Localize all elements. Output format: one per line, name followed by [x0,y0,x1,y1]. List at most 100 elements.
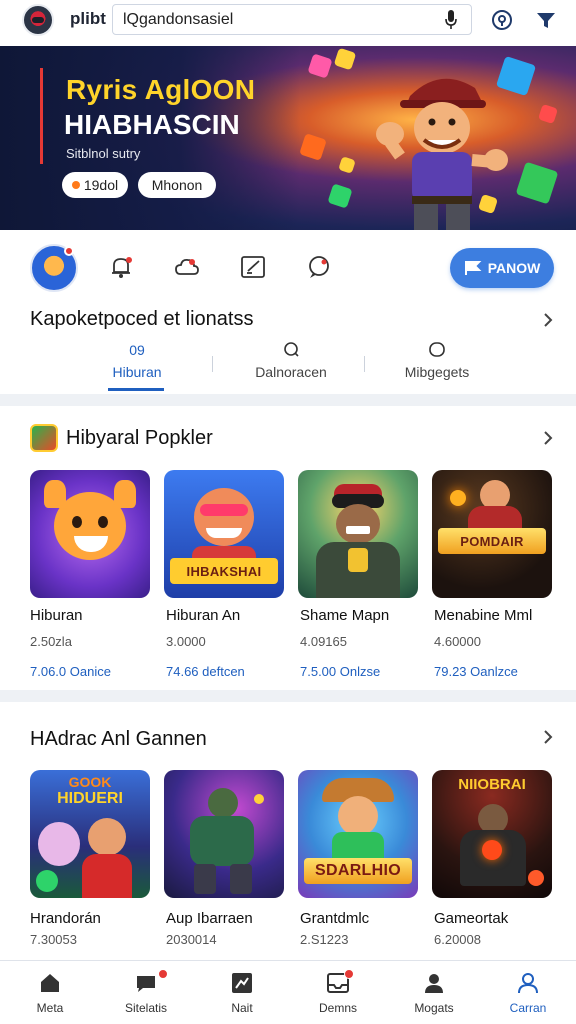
game-card-title[interactable]: Hiburan An [166,607,240,624]
mic-icon[interactable] [445,10,457,30]
stats-icon [232,973,252,993]
cloud-alert-icon[interactable] [174,254,200,280]
tab-hiburan[interactable]: 09 Hiburan [62,338,212,390]
banner-chip-fire-label: 19dol [83,177,119,193]
game-card-meta: 4.09165 [300,634,347,649]
chat-bubble-icon[interactable] [306,254,332,280]
play-now-button[interactable]: PANOW [450,248,554,288]
avatar-notification-dot [64,246,74,256]
game-card-price: 7.06.0 Oanice [30,664,111,679]
game-card-price: 79.23 Oanlzce [434,664,518,679]
game-card-art[interactable]: SDARLHIO [298,770,418,898]
game-card-art-label: SDARLHIO [304,858,412,884]
game-card-art[interactable]: GOOK HIDUERI [30,770,150,898]
game-card-art-label: NIIOBRAI [458,776,526,793]
promo-banner[interactable]: Ryris AglOON HIABHASCIN Sitblnol sutry 1… [0,46,576,230]
filter-icon[interactable] [534,8,558,32]
nav-label: Demns [318,1001,357,1015]
home-icon [41,974,59,992]
nav-label: Nait [231,1001,253,1015]
game-card-art[interactable]: NIIOBRAI [432,770,552,898]
chevron-right-icon[interactable] [540,729,556,745]
game-card-title[interactable]: Menabine Mml [434,607,532,624]
location-icon[interactable] [490,8,514,32]
nav-item-sitelatis[interactable]: Sitelatis [98,961,194,1024]
tab-dalnoracen[interactable]: Dalnoracen [216,338,366,390]
game-card-art[interactable] [298,470,418,598]
game-card-meta: 2.50zla [30,634,72,649]
tab-mibgegets[interactable]: Mibgegets [362,338,512,390]
app-logo[interactable] [22,4,54,36]
category-title: Kapoketpoced et lionatss [30,308,254,330]
game-card-title[interactable]: Shame Mapn [300,607,389,624]
play-now-label: PANOW [487,260,541,276]
edit-note-icon[interactable] [240,254,266,280]
banner-accent-line [40,68,43,164]
banner-chip-mission[interactable]: Mhonon [138,172,216,198]
nav-item-mogats[interactable]: Mogats [386,961,482,1024]
account-icon [518,973,538,994]
bottom-nav: Meta Sitelatis Nait Demns Mogats Carran [0,960,576,1024]
nav-label: Mogats [414,1001,454,1015]
game-card-art-label: POMDAIR [438,528,546,554]
game-card-meta: 2030014 [166,932,217,947]
game-card-art[interactable]: POMDAIR [432,470,552,598]
nav-item-demns[interactable]: Demns [290,961,386,1024]
notification-dot [344,969,354,979]
top-bar: plibt [0,0,576,44]
game-card-meta: 6.20008 [434,932,481,947]
game-card-art-top: GOOK [68,774,112,790]
chat-icon [137,976,155,992]
game-card-title[interactable]: Hrandorán [30,910,101,927]
quick-actions-row: PANOW [0,232,576,304]
section-divider [0,690,576,702]
nav-item-carran[interactable]: Carran [480,961,576,1024]
game-card-art-label: HIDUERI [57,790,123,807]
game-card-art[interactable]: IHBAKSHAI [164,470,284,598]
nav-label: Carran [509,1001,547,1015]
tab-hiburan-label: Hiburan [112,364,162,380]
chevron-right-icon[interactable] [540,430,556,446]
banner-subtitle: HIABHASCIN [64,109,240,140]
section1-title: Hibyaral Popkler [66,427,213,449]
tab-dalnoracen-label: Dalnoracen [255,364,327,380]
tab-divider [212,356,213,372]
notification-bell-icon[interactable] [108,254,134,280]
bubble-icon [429,342,445,357]
section-divider [0,394,576,406]
game-card-price: 7.5.00 Onlzse [300,664,381,679]
nav-item-nait[interactable]: Nait [194,961,290,1024]
nav-label: Meta [36,1001,64,1015]
chevron-right-icon[interactable] [540,312,556,328]
game-card-art[interactable] [164,770,284,898]
notification-dot [158,969,168,979]
popular-section-icon [30,424,58,452]
search-bubble-icon [284,342,299,357]
tab-mibgegets-label: Mibgegets [404,364,470,380]
active-tab-indicator [108,388,164,391]
game-card-title[interactable]: Gameortak [434,910,508,927]
tab-hiburan-badge: 09 [129,342,145,358]
game-card-title[interactable]: Aup Ibarraen [166,910,253,927]
game-card-meta: 4.60000 [434,634,481,649]
hero-character-illustration [376,78,508,230]
app-name: plibt [70,9,106,28]
search-box[interactable] [112,4,472,35]
game-card-title[interactable]: Hiburan [30,607,83,624]
banner-chip-fire[interactable]: 19dol [62,172,128,198]
banner-tagline: Sitblnol sutry [66,146,141,161]
search-input[interactable] [123,9,433,31]
game-card-art-label: IHBAKSHAI [170,558,278,584]
fire-icon [71,181,80,189]
game-card-title[interactable]: Grantdmlc [300,910,369,927]
game-card-meta: 3.0000 [166,634,206,649]
banner-chip-mission-label: Mhonon [151,177,203,193]
nav-label: Sitelatis [124,1001,168,1015]
banner-title: Ryris AglOON [66,74,256,105]
game-card-meta: 7.30053 [30,932,77,947]
profile-icon [425,974,443,993]
nav-item-meta[interactable]: Meta [2,961,98,1024]
flag-icon [464,261,482,275]
game-card-price: 74.66 deftcen [166,664,245,679]
game-card-art[interactable] [30,470,150,598]
